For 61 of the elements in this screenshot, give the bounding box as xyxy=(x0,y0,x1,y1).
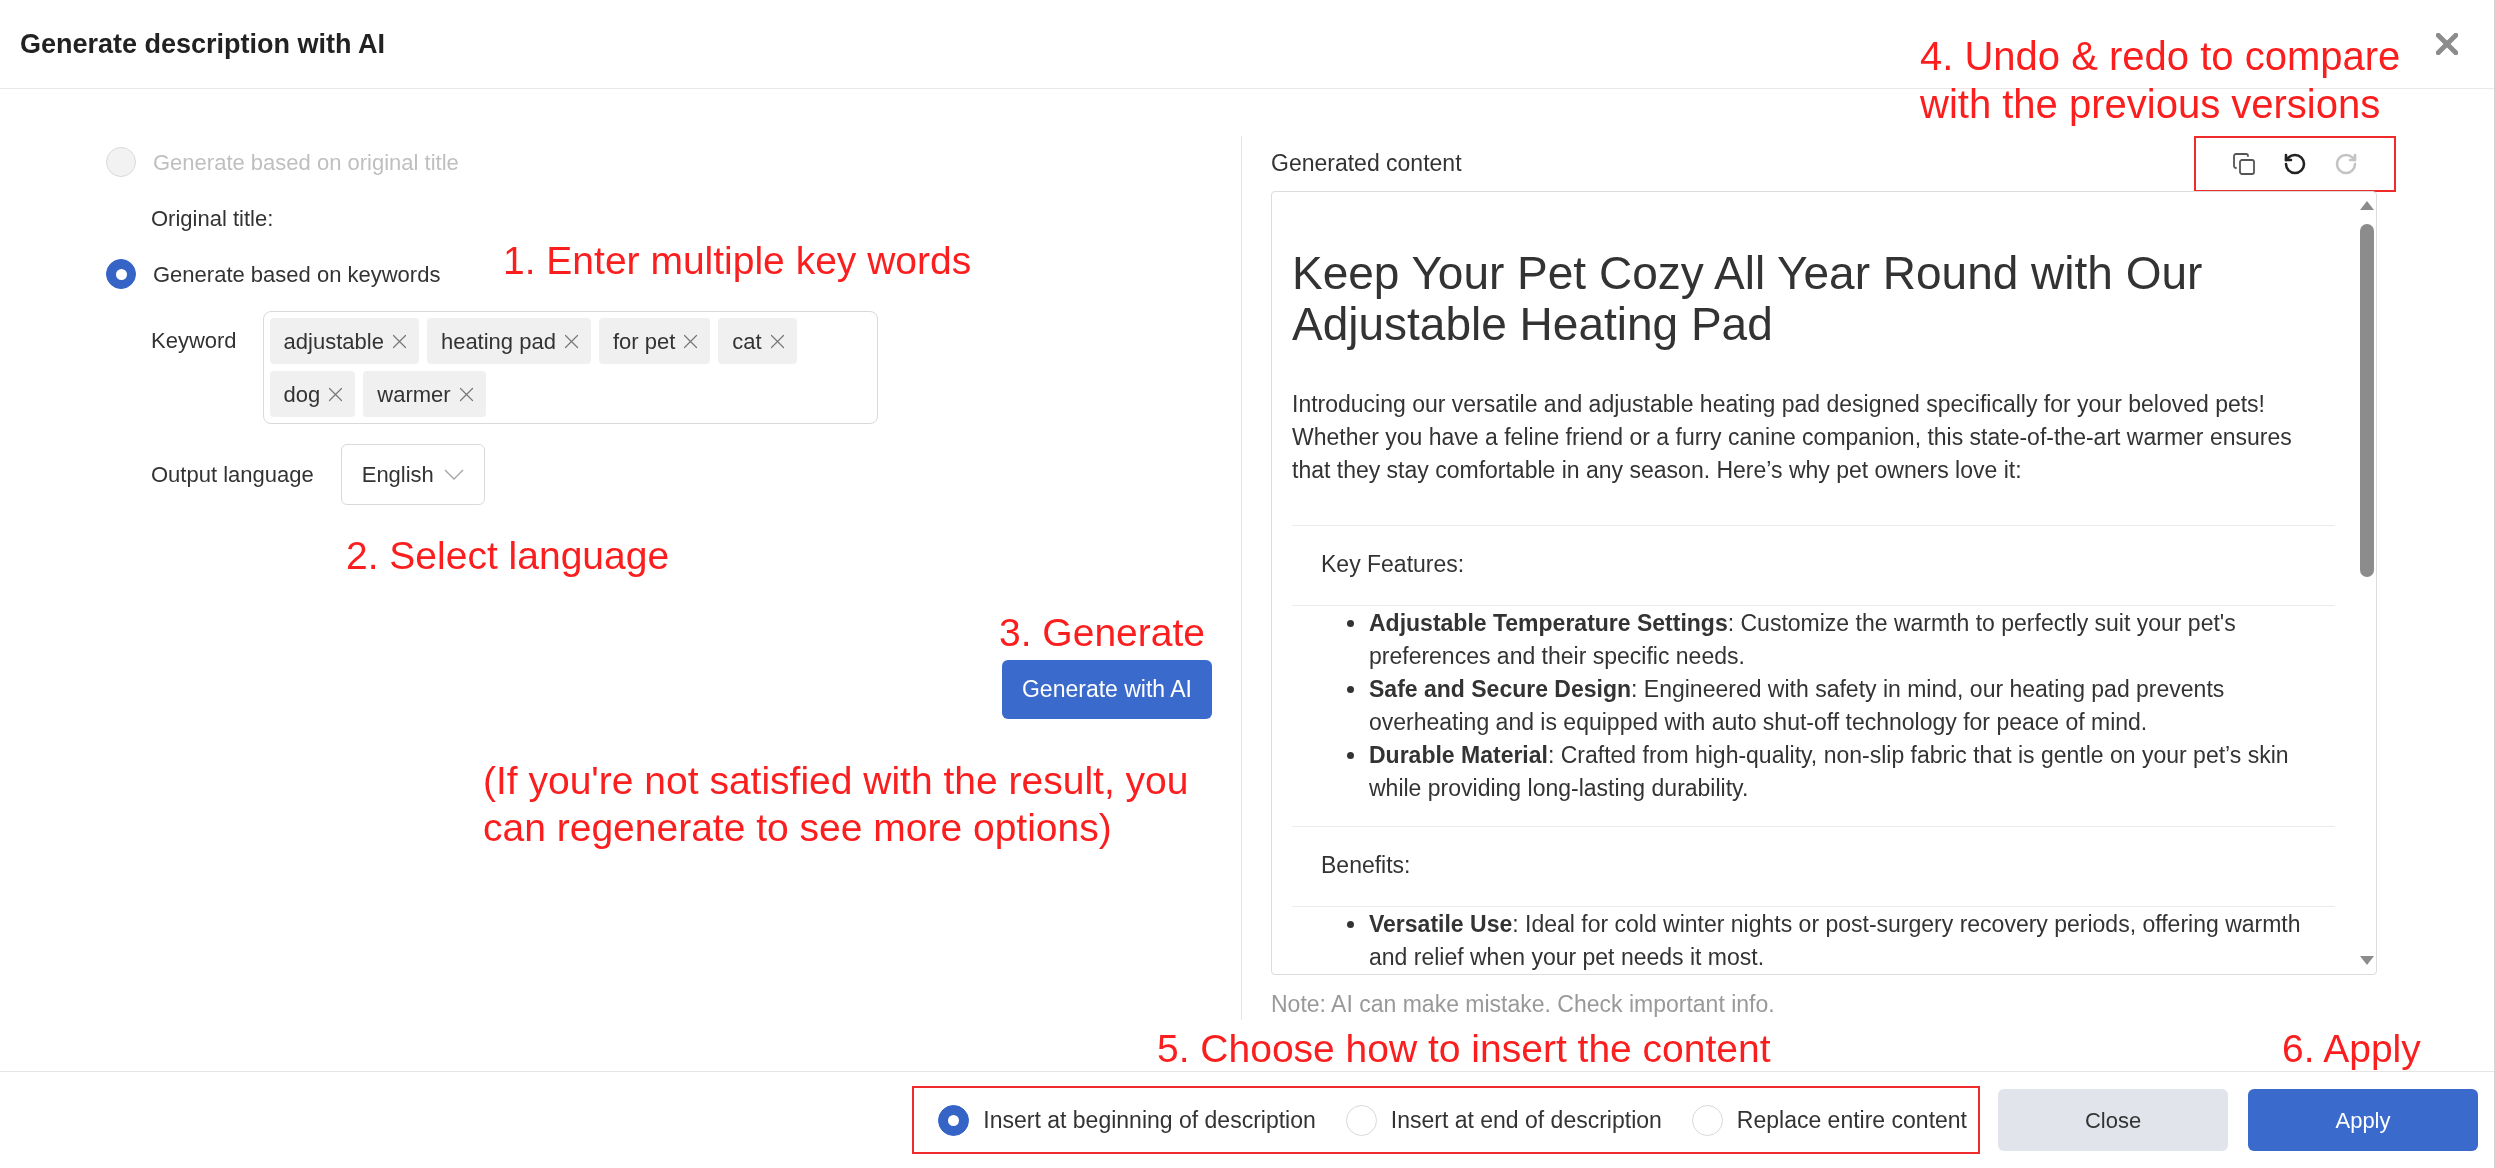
option-label: Replace entire content xyxy=(1736,1105,1967,1135)
dialog-title: Generate description with AI xyxy=(20,27,386,61)
copy-button[interactable] xyxy=(2232,151,2256,176)
output-language-label: Output language xyxy=(151,461,314,489)
section-title: Key Features: xyxy=(1321,551,1465,577)
annotation-text: 3. Generate xyxy=(999,613,1205,653)
list-item-text: Safe and Secure Design: Engineered with safety in mind, our heating pad prevents overheating and is equipped with auto shut-off technology for peace of mind. xyxy=(1369,675,2226,737)
note-text: Note: AI can make mistake. Check important info. xyxy=(1271,991,1775,1017)
radio-button[interactable] xyxy=(106,259,136,289)
annotation-text: (If you're not satisfied with the result, you can regenerate to see more options) xyxy=(483,758,1190,851)
keyword-tag[interactable]: adjustable xyxy=(269,318,419,364)
radio-button[interactable] xyxy=(938,1104,970,1136)
keyword-tag[interactable]: heating pad xyxy=(426,318,591,364)
keyword-input[interactable]: adjustable heating pad for pet cat dog warmer xyxy=(262,311,878,424)
list-item-text: Versatile Use: Ideal for cold winter nights or post-surgery recovery periods, offering warmth and relief when your pet needs it most. xyxy=(1369,910,2302,972)
close-icon[interactable] xyxy=(563,333,579,349)
annotation-text: 4. Undo & redo to compare with the previous versions xyxy=(1920,33,2402,128)
generated-content-label: Generated content xyxy=(1271,149,1462,179)
content-editor[interactable] xyxy=(1271,191,2377,975)
original-title-label: Original title: xyxy=(151,204,274,233)
annotation-text: 2. Select language xyxy=(346,536,670,576)
list-item-text: Durable Material: Crafted from high-quality, non-slip fabric that is gentle on your pet’s skin while providing long-lasting durability. xyxy=(1369,741,2290,803)
close-icon xyxy=(2436,33,2458,55)
copy-icon xyxy=(2232,151,2256,176)
content-heading: Keep Your Pet Cozy All Year Round with Our Adjustable Heating Pad xyxy=(1292,248,2204,350)
keyword-label: Keyword xyxy=(151,327,237,355)
close-icon[interactable] xyxy=(328,386,344,402)
annotation-text: 6. Apply xyxy=(2282,1029,2421,1069)
keyword-tag[interactable]: dog xyxy=(269,371,356,417)
triangle-down-icon[interactable] xyxy=(2359,956,2374,965)
undo-icon xyxy=(2283,151,2307,176)
triangle-up-icon[interactable] xyxy=(2359,201,2374,210)
close-icon[interactable] xyxy=(391,333,407,349)
option-label: Insert at end of description xyxy=(1390,1105,1662,1135)
list-item-text: Adjustable Temperature Settings: Customize the warmth to perfectly suit your pet's preferences and their specific needs. xyxy=(1369,609,2237,671)
section-title: Benefits: xyxy=(1321,852,1411,878)
undo-button[interactable] xyxy=(2283,151,2307,176)
option-label: Generate based on keywords xyxy=(153,260,441,289)
language-select[interactable]: English xyxy=(340,444,485,505)
redo-icon xyxy=(2334,151,2358,176)
bullet-icon xyxy=(1347,921,1354,928)
option-label: Insert at beginning of description xyxy=(983,1105,1316,1135)
content-paragraph: Introducing our versatile and adjustable heating pad designed specifically for your beloved pets! Whether you have a feline friend or a furry canine companion, this state-of-the-art warmer ensures that they stay comfortable in any season. Here’s why pet owners love it: xyxy=(1292,390,2293,485)
keyword-tag[interactable]: cat xyxy=(718,318,797,364)
scrollbar-thumb[interactable] xyxy=(2359,224,2374,577)
annotation-text: 5. Choose how to insert the content xyxy=(1157,1029,1771,1069)
keyword-tag[interactable]: warmer xyxy=(363,371,486,417)
close-button[interactable]: Close xyxy=(1998,1089,2228,1151)
chevron-down-icon xyxy=(443,469,464,480)
close-icon[interactable] xyxy=(769,333,785,349)
close-icon[interactable] xyxy=(458,386,474,402)
dialog-close-button[interactable] xyxy=(2436,33,2458,55)
option-label: Generate based on original title xyxy=(153,148,459,177)
bullet-icon xyxy=(1347,686,1354,693)
keyword-tag[interactable]: for pet xyxy=(598,318,711,364)
generate-button[interactable]: Generate with AI xyxy=(1001,660,1212,719)
annotation-text: 1. Enter multiple key words xyxy=(503,241,972,281)
bullet-icon xyxy=(1347,752,1354,759)
bullet-icon xyxy=(1347,620,1354,627)
close-icon[interactable] xyxy=(683,333,699,349)
apply-button[interactable]: Apply xyxy=(2248,1089,2478,1151)
